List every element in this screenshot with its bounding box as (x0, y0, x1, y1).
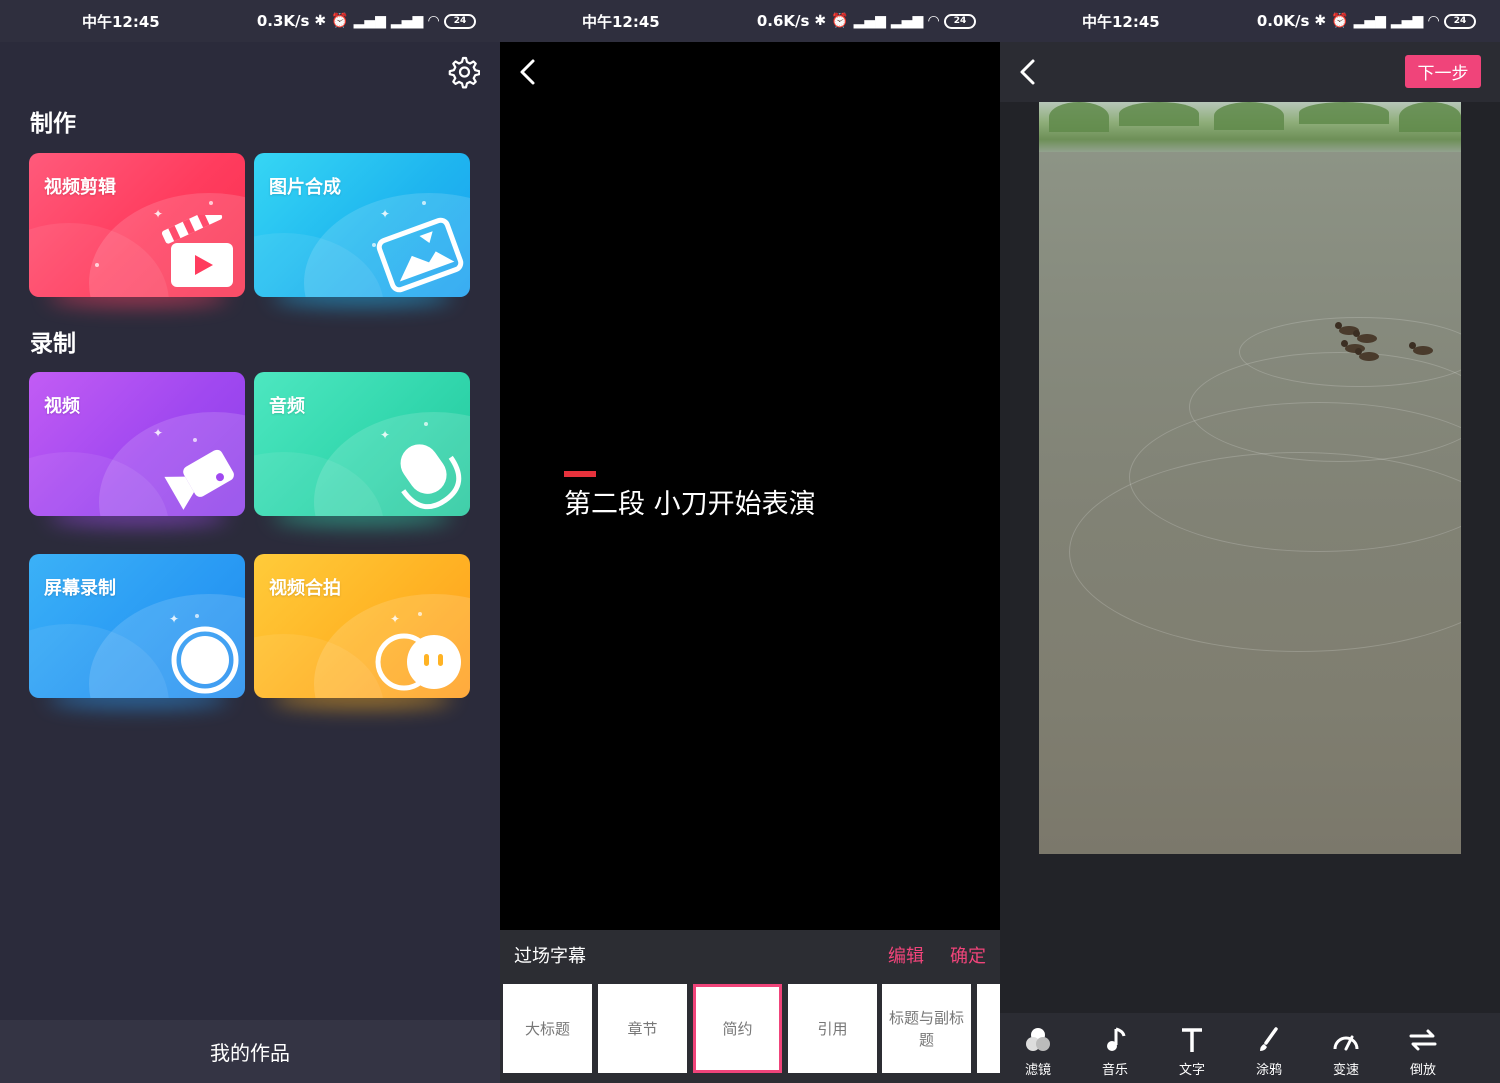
text-icon (1182, 1028, 1202, 1052)
filter-icon (1026, 1028, 1050, 1051)
duck (1355, 348, 1379, 361)
status-bar: 中午12:45 0.6K/s ✱ ⏰ ▂▄▆ ▂▄▆ ◠ 24 (500, 0, 1000, 42)
duet-faces-icon (375, 633, 461, 691)
back-arrow-icon[interactable] (514, 57, 544, 87)
music-note-icon (1107, 1027, 1126, 1051)
tool-text[interactable]: 文字 (1162, 1025, 1222, 1081)
video-editor-screen: 中午12:45 0.0K/s ✱ ⏰ ▂▄▆ ▂▄▆ ◠ 24 下一步 滤镜 音… (1000, 0, 1500, 1083)
template-list: 大标题 章节 简约 引用 标题与副标题 (500, 980, 1000, 1083)
duck (1409, 342, 1433, 355)
template-tile-partial[interactable] (977, 984, 1000, 1073)
signal-icon: ▂▄▆ (1353, 13, 1386, 29)
next-step-button[interactable]: 下一步 (1405, 55, 1481, 88)
back-arrow-icon[interactable] (1014, 57, 1044, 87)
card-photo-compose-label: 图片合成 (269, 177, 341, 198)
alarm-icon: ⏰ (1331, 13, 1349, 29)
settings-gear-icon[interactable] (446, 55, 480, 89)
speedometer-icon (1333, 1035, 1359, 1051)
microphone-icon (400, 444, 462, 510)
signal-icon-2: ▂▄▆ (390, 13, 424, 29)
editor-toolbar: 滤镜 音乐 文字 涂鸦 变速 倒放 (1000, 1013, 1500, 1083)
status-time: 中午12:45 (582, 12, 660, 31)
bluetooth-icon: ✱ (1314, 13, 1327, 29)
subtitle-panel-header: 过场字幕 编辑 确定 (500, 930, 1000, 980)
status-time: 中午12:45 (1082, 12, 1160, 31)
alarm-icon: ⏰ (331, 13, 349, 29)
battery-icon: 24 (944, 13, 976, 29)
brush-icon (1260, 1027, 1278, 1051)
template-tile-simple[interactable]: 简约 (693, 984, 782, 1073)
camera-icon (164, 449, 234, 510)
section-record-title: 录制 (30, 331, 76, 357)
card-video-record[interactable]: 视频 ✦ (29, 372, 245, 516)
signal-icon-2: ▂▄▆ (890, 13, 924, 29)
alarm-icon: ⏰ (831, 13, 849, 29)
sparkle-icon: ✦ (390, 612, 401, 626)
card-screen-record[interactable]: 屏幕录制 ✦ (29, 554, 245, 698)
record-ring-icon (171, 626, 239, 694)
caption-accent-bar (564, 471, 596, 477)
tool-text-label: 文字 (1178, 1063, 1205, 1078)
template-tile-title-subtitle[interactable]: 标题与副标题 (882, 984, 971, 1073)
card-video-edit-label: 视频剪辑 (44, 177, 116, 198)
caption-preview-text: 第二段 小刀开始表演 (564, 489, 816, 520)
reverse-arrows-icon (1409, 1029, 1437, 1051)
tool-reverse[interactable]: 倒放 (1393, 1025, 1453, 1081)
template-tile-big-title[interactable]: 大标题 (503, 984, 592, 1073)
status-time: 中午12:45 (82, 12, 160, 31)
bluetooth-icon: ✱ (314, 13, 327, 29)
status-bar: 中午12:45 0.3K/s ✱ ⏰ ▂▄▆ ▂▄▆ ◠ 24 (0, 0, 500, 42)
card-video-edit[interactable]: 视频剪辑 ✦ (29, 153, 245, 297)
edit-button[interactable]: 编辑 (888, 942, 924, 968)
network-speed: 0.0K/s (1256, 12, 1310, 30)
my-works-button[interactable]: 我的作品 (0, 1020, 500, 1083)
template-tile-chapter[interactable]: 章节 (598, 984, 687, 1073)
signal-icon: ▂▄▆ (853, 13, 886, 29)
status-bar: 中午12:45 0.0K/s ✱ ⏰ ▂▄▆ ▂▄▆ ◠ 24 (1000, 0, 1500, 42)
tool-doodle-label: 涂鸦 (1255, 1063, 1282, 1078)
tool-music[interactable]: 音乐 (1085, 1025, 1145, 1081)
home-screen: 中午12:45 0.3K/s ✱ ⏰ ▂▄▆ ▂▄▆ ◠ 24 制作 视频剪辑 (0, 0, 500, 1083)
wifi-icon: ◠ (928, 13, 939, 29)
section-make-title: 制作 (30, 111, 76, 137)
bluetooth-icon: ✱ (814, 13, 827, 29)
confirm-button[interactable]: 确定 (950, 942, 986, 968)
wifi-icon: ◠ (428, 13, 439, 29)
duck (1353, 330, 1377, 343)
video-preview[interactable] (1039, 102, 1461, 854)
card-screen-record-label: 屏幕录制 (44, 578, 116, 599)
picture-frame-icon (376, 217, 464, 293)
tool-doodle[interactable]: 涂鸦 (1239, 1025, 1299, 1081)
template-tile-quote[interactable]: 引用 (788, 984, 877, 1073)
card-video-duet-label: 视频合拍 (269, 578, 341, 599)
tool-music-label: 音乐 (1101, 1063, 1128, 1078)
card-audio-record[interactable]: 音频 ✦ (254, 372, 470, 516)
tool-speed[interactable]: 变速 (1316, 1025, 1376, 1081)
battery-icon: 24 (1444, 13, 1476, 29)
network-speed: 0.3K/s (256, 12, 310, 30)
subtitle-panel-title: 过场字幕 (514, 946, 586, 967)
screenshot-root: 中午12:45 0.3K/s ✱ ⏰ ▂▄▆ ▂▄▆ ◠ 24 制作 视频剪辑 (0, 0, 1500, 1083)
tool-filter-label: 滤镜 (1024, 1063, 1051, 1078)
tool-speed-label: 变速 (1332, 1063, 1359, 1078)
signal-icon: ▂▄▆ (353, 13, 386, 29)
tool-reverse-label: 倒放 (1409, 1063, 1436, 1078)
signal-icon-2: ▂▄▆ (1390, 13, 1424, 29)
card-photo-compose[interactable]: 图片合成 ✦ (254, 153, 470, 297)
battery-icon: 24 (444, 13, 476, 29)
card-video-record-label: 视频 (44, 396, 80, 417)
tool-filter[interactable]: 滤镜 (1008, 1025, 1068, 1081)
clapperboard-icon (161, 215, 233, 287)
subtitle-editor-screen: 中午12:45 0.6K/s ✱ ⏰ ▂▄▆ ▂▄▆ ◠ 24 第二段 小刀开始… (500, 0, 1000, 1083)
network-speed: 0.6K/s (756, 12, 810, 30)
card-video-duet[interactable]: 视频合拍 ✦ (254, 554, 470, 698)
card-audio-record-label: 音频 (269, 396, 305, 417)
wifi-icon: ◠ (1428, 13, 1439, 29)
